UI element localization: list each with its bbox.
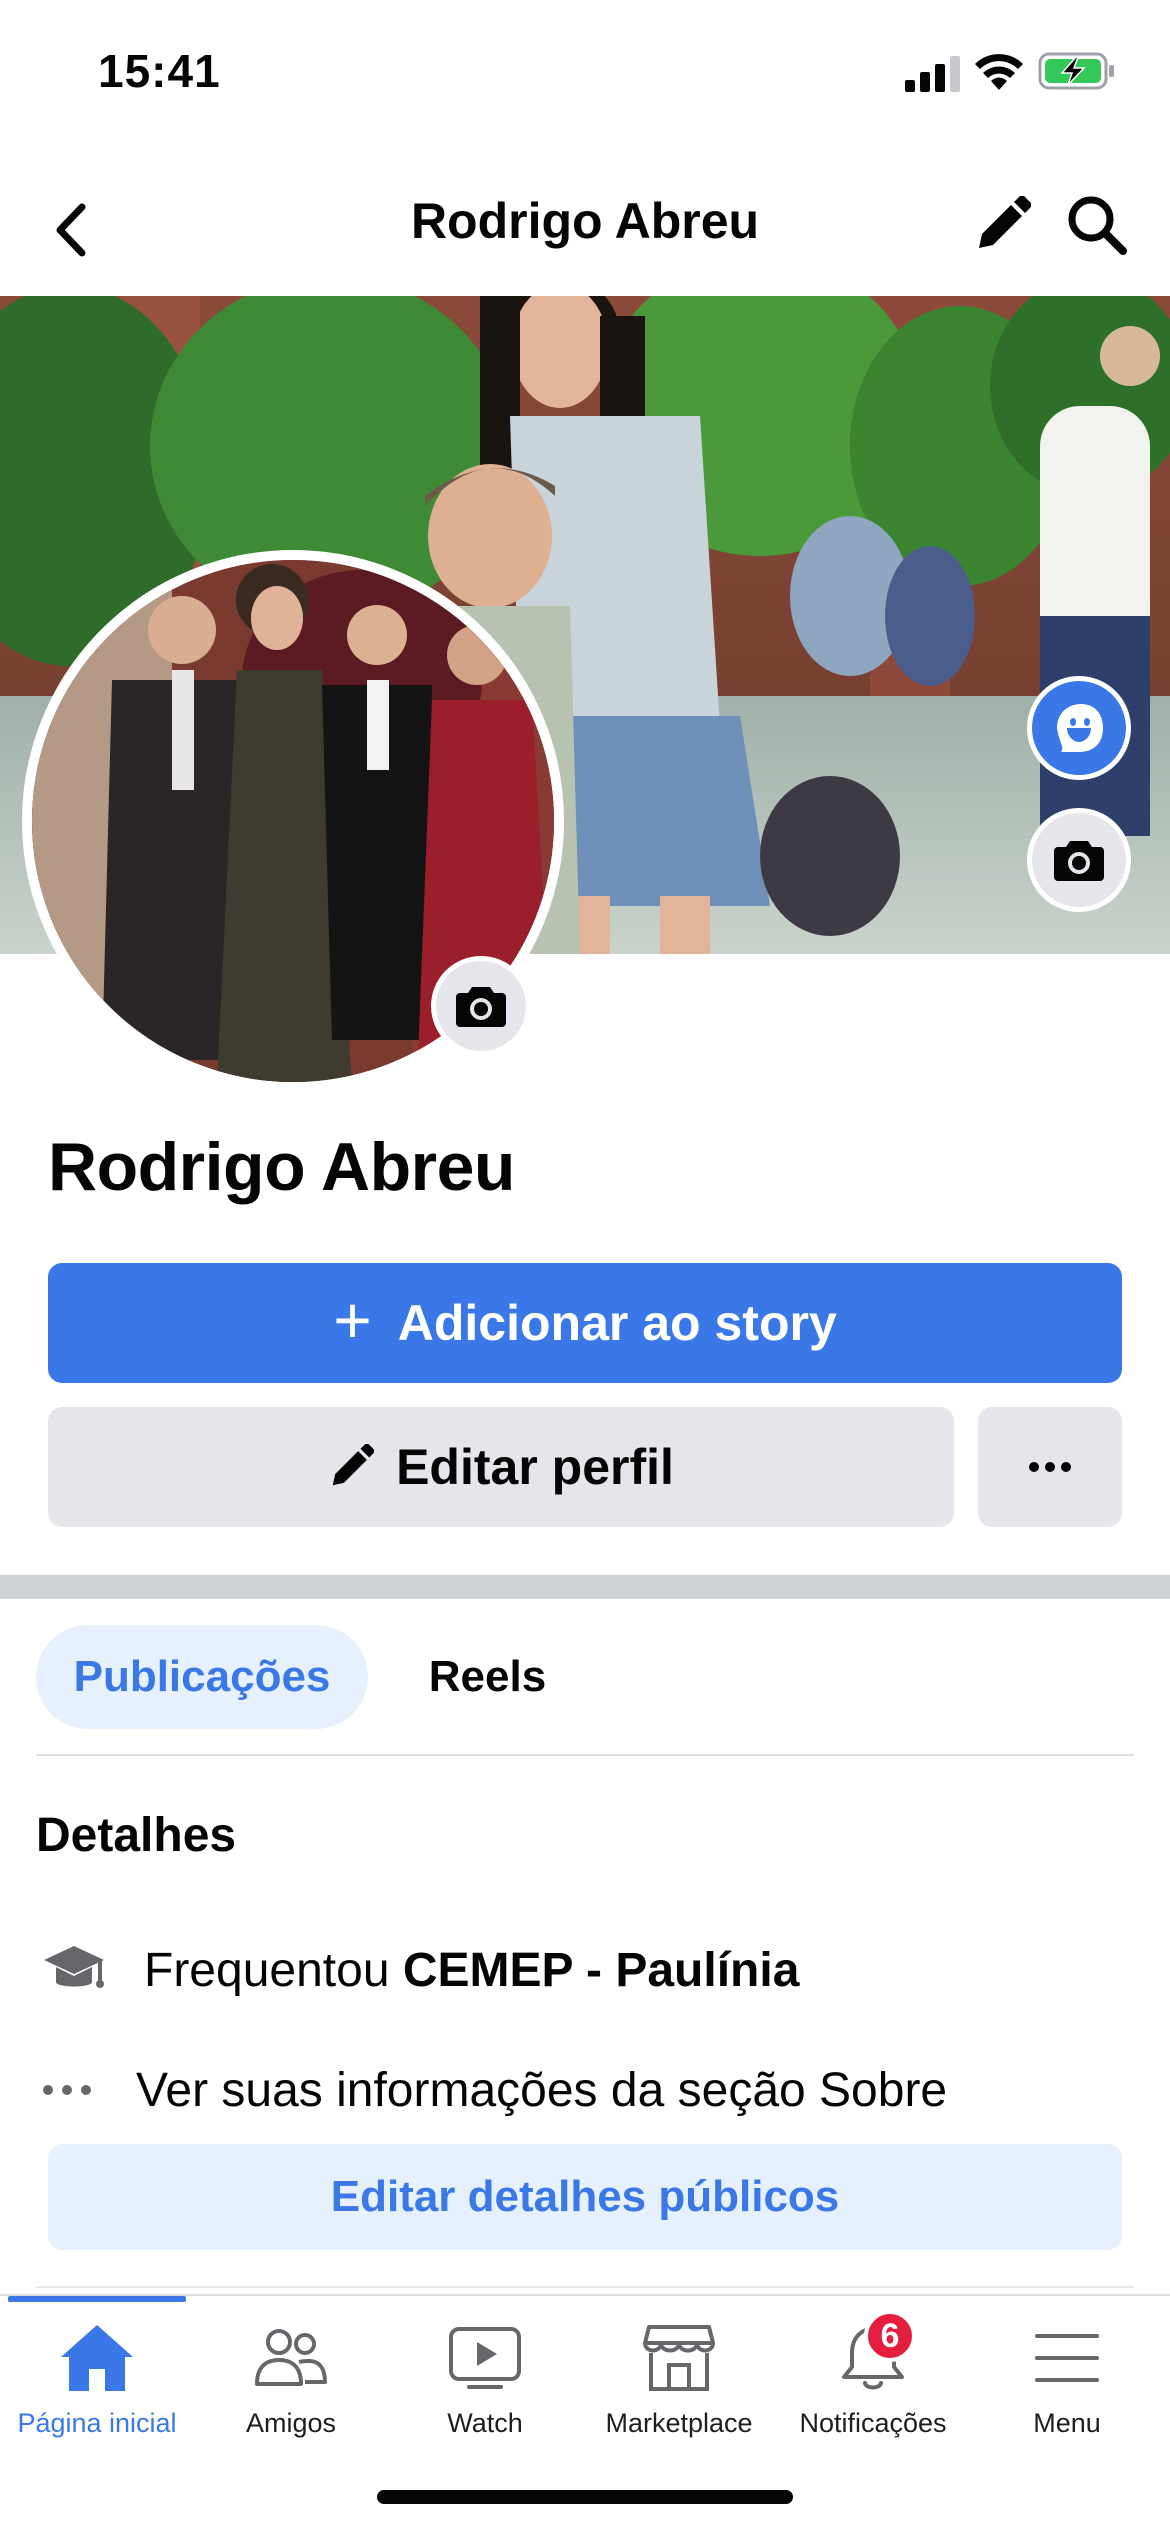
camera-icon	[1054, 841, 1104, 881]
add-to-story-label: Adicionar ao story	[397, 1295, 837, 1351]
camera-icon	[456, 987, 506, 1027]
tab-marketplace-label: Marketplace	[605, 2408, 753, 2438]
active-tab-indicator	[8, 2296, 186, 2302]
friends-icon	[246, 2316, 336, 2400]
search-icon	[1068, 196, 1127, 255]
more-options-button[interactable]	[978, 1407, 1122, 1527]
marketplace-icon	[634, 2316, 724, 2400]
tab-reels[interactable]: Reels	[400, 1625, 575, 1729]
tabs-divider	[36, 1754, 1134, 1756]
pencil-icon	[332, 1444, 375, 1486]
tab-home-label: Página inicial	[17, 2408, 177, 2438]
pencil-icon	[979, 196, 1031, 248]
more-horizontal-icon	[36, 2050, 136, 2130]
tab-marketplace[interactable]: Marketplace	[582, 2316, 776, 2456]
search-button[interactable]	[1060, 188, 1134, 262]
edit-profile-button[interactable]: Editar perfil	[48, 1407, 954, 1527]
edit-public-details-button[interactable]: Editar detalhes públicos	[48, 2144, 1122, 2250]
watch-icon	[440, 2316, 530, 2400]
bell-icon: 6	[828, 2310, 918, 2400]
tab-menu-label: Menu	[1033, 2408, 1101, 2438]
cellular-signal-icon	[905, 56, 960, 92]
detail-about-text: Ver suas informações da seção Sobre	[136, 2063, 948, 2117]
tab-friends-label: Amigos	[245, 2408, 337, 2438]
tab-posts[interactable]: Publicações	[36, 1625, 368, 1729]
tab-watch[interactable]: Watch	[388, 2316, 582, 2456]
details-heading: Detalhes	[36, 1809, 237, 1862]
avatar-button[interactable]	[1027, 676, 1131, 780]
tab-notifications[interactable]: 6 Notificações	[776, 2310, 970, 2456]
navigation-bar: Rodrigo Abreu	[0, 170, 1170, 290]
menu-icon	[1022, 2316, 1112, 2400]
edit-cover-photo-button[interactable]	[1027, 808, 1131, 912]
detail-about-row[interactable]: Ver suas informações da seção Sobre	[36, 2050, 1136, 2130]
more-horizontal-icon	[1029, 1462, 1071, 1472]
notification-badge: 6	[864, 2310, 916, 2362]
profile-name: Rodrigo Abreu	[48, 1129, 515, 1205]
detail-education-prefix: Frequentou	[144, 1943, 403, 1997]
graduation-cap-icon	[36, 1930, 144, 2010]
status-time: 15:41	[98, 45, 221, 97]
tab-watch-label: Watch	[447, 2408, 523, 2438]
status-bar: 15:41	[0, 0, 1170, 150]
home-indicator[interactable]	[377, 2490, 793, 2504]
detail-education-row: Frequentou CEMEP - Paulínia	[36, 1930, 1136, 2010]
plus-icon: +	[333, 1283, 372, 1357]
add-to-story-button[interactable]: + Adicionar ao story	[48, 1263, 1122, 1383]
section-divider	[0, 1575, 1170, 1599]
tab-home[interactable]: Página inicial	[0, 2316, 194, 2456]
battery-charging-icon	[1038, 52, 1114, 90]
home-icon	[52, 2316, 142, 2400]
tab-notifications-label: Notificações	[799, 2408, 947, 2438]
detail-education-text: Frequentou CEMEP - Paulínia	[144, 1943, 799, 1998]
edit-profile-picture-button[interactable]	[431, 956, 531, 1056]
avatar-icon	[1057, 704, 1103, 752]
edit-profile-pencil-button[interactable]	[965, 188, 1039, 262]
tab-friends[interactable]: Amigos	[194, 2316, 388, 2456]
detail-education-school[interactable]: CEMEP - Paulínia	[403, 1944, 800, 1997]
wifi-icon	[975, 54, 1023, 90]
tab-menu[interactable]: Menu	[970, 2316, 1164, 2456]
content-divider	[36, 2286, 1134, 2288]
edit-profile-label: Editar perfil	[396, 1439, 674, 1495]
